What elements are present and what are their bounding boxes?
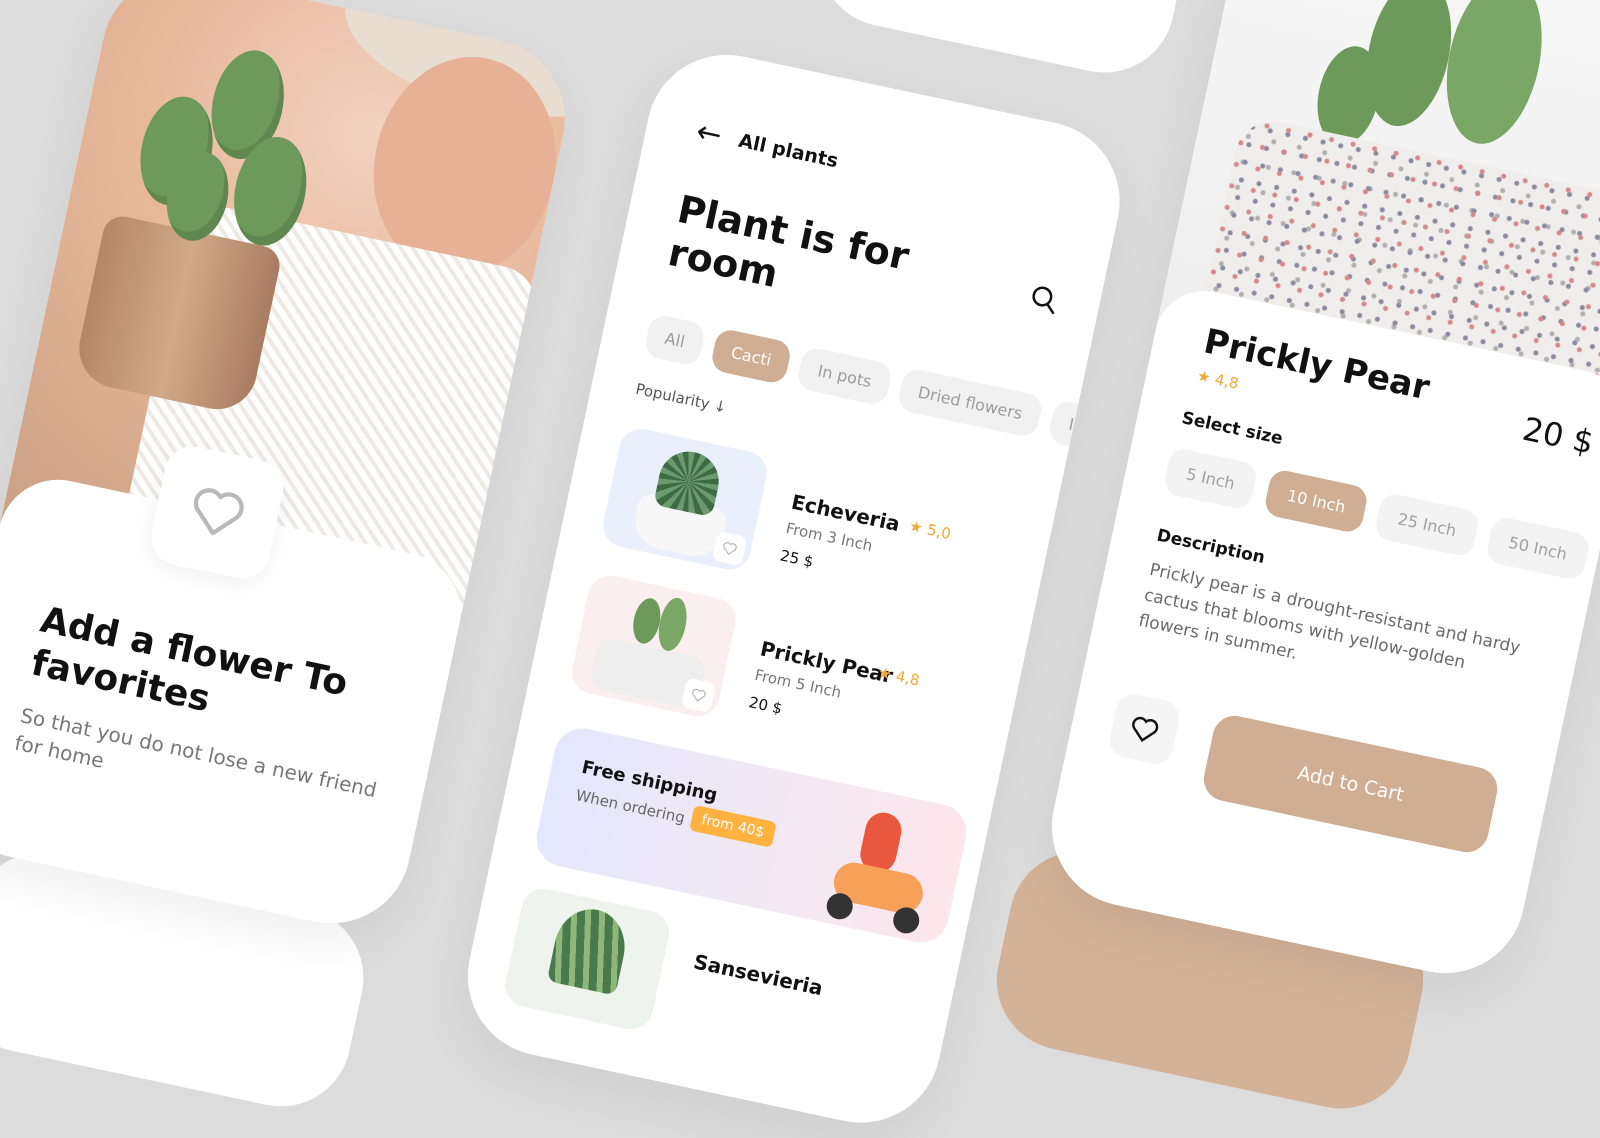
cactus-pad (1432, 0, 1556, 153)
sort-popularity[interactable]: Popularity ↓ (634, 380, 728, 417)
heart-outline-icon (1132, 716, 1159, 742)
category-chip-in-pots[interactable]: In pots (795, 345, 894, 407)
scooter-illustration (815, 803, 948, 943)
heart-outline-icon (193, 488, 244, 536)
background-blob-top (806, 0, 1194, 86)
cactus-pad (654, 595, 692, 654)
category-chip-all[interactable]: All (642, 313, 707, 367)
product-price: 20 $ (747, 693, 784, 718)
favorites-screen: Add a flower To favorites So that you do… (0, 0, 580, 939)
product-name: Sansevieria (691, 949, 826, 1001)
heart-outline-icon (692, 688, 706, 702)
product-image-sansevieria (501, 884, 674, 1034)
product-image-echeveria (599, 424, 771, 574)
banner-badge: from 40$ (689, 804, 777, 848)
product-price: 25 $ (778, 546, 815, 572)
category-chip-dried-flowers[interactable]: Dried flowers (896, 367, 1045, 439)
clay-pot (71, 212, 284, 417)
product-image-prickly-pear (567, 571, 740, 721)
heart-outline-icon (723, 542, 737, 556)
succulent-leaves (653, 445, 725, 518)
arrow-left-icon[interactable]: ← (693, 114, 725, 153)
page-title: Plant is for room (664, 186, 913, 296)
back-navigation[interactable]: ← All plants (693, 114, 841, 176)
category-chip-in[interactable]: In (1046, 399, 1106, 452)
favorite-button[interactable] (146, 441, 289, 584)
category-chip-cacti[interactable]: Cacti (709, 327, 794, 386)
product-detail-screen: Prickly Pear ★ 4,8 20 $ Select size 5 In… (1037, 0, 1600, 988)
category-tabs: All Cacti In pots Dried flowers In (642, 313, 1106, 452)
search-icon[interactable] (1027, 282, 1063, 318)
product-rating: ★ 5,0 (907, 516, 953, 543)
back-label: All plants (736, 129, 841, 173)
snake-plant-leaves (546, 902, 632, 996)
